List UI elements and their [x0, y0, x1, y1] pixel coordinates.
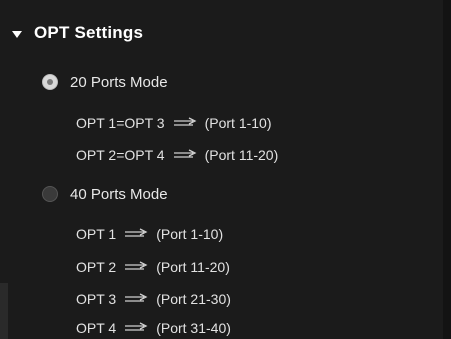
caret-down-icon[interactable] — [12, 30, 22, 38]
radio-40-ports-mode[interactable]: 40 Ports Mode — [42, 183, 168, 205]
port-range: (Port 1-10) — [204, 115, 272, 131]
opt-label: OPT 2 — [76, 259, 117, 275]
radio-label: 40 Ports Mode — [70, 185, 168, 203]
radio-20-ports-mode[interactable]: 20 Ports Mode — [42, 71, 168, 93]
mapping-row: OPT 3 (Port 21-30) — [76, 289, 231, 309]
mapping-row: OPT 4 (Port 31-40) — [76, 318, 231, 338]
mapping-row: OPT 2 (Port 11-20) — [76, 257, 230, 277]
right-arrows-icon — [124, 293, 148, 305]
port-range: (Port 31-40) — [156, 320, 231, 336]
scrollbar-track[interactable] — [443, 0, 451, 339]
opt-label: OPT 2=OPT 4 — [76, 147, 165, 163]
radio-label: 20 Ports Mode — [70, 73, 168, 91]
right-arrows-icon — [124, 322, 148, 334]
right-arrows-icon — [124, 261, 148, 273]
opt-label: OPT 3 — [76, 291, 117, 307]
opt-label: OPT 1=OPT 3 — [76, 115, 165, 131]
port-range: (Port 11-20) — [156, 259, 230, 275]
mapping-row: OPT 2=OPT 4 (Port 11-20) — [76, 145, 278, 165]
right-arrows-icon — [173, 149, 197, 161]
right-arrows-icon — [173, 117, 197, 129]
right-arrows-icon — [124, 228, 148, 240]
mapping-row: OPT 1=OPT 3 (Port 1-10) — [76, 113, 272, 133]
port-range: (Port 21-30) — [156, 291, 231, 307]
mapping-row: OPT 1 (Port 1-10) — [76, 224, 223, 244]
section-header[interactable]: OPT Settings — [12, 20, 143, 46]
port-range: (Port 11-20) — [204, 147, 279, 163]
opt-settings-panel: OPT Settings 20 Ports Mode OPT 1=OPT 3 (… — [0, 0, 451, 339]
radio-button-unchecked[interactable] — [42, 186, 58, 202]
port-range: (Port 1-10) — [156, 226, 224, 242]
divider — [0, 283, 8, 339]
radio-button-checked[interactable] — [42, 74, 58, 90]
section-title: OPT Settings — [34, 23, 144, 42]
opt-label: OPT 1 — [76, 226, 117, 242]
opt-label: OPT 4 — [76, 320, 117, 336]
